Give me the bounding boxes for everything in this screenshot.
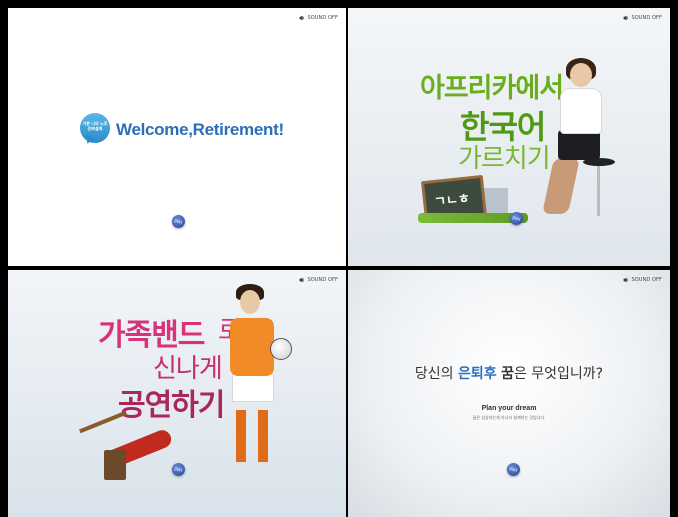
play-button[interactable]: Play	[172, 463, 185, 476]
play-label: Play	[512, 216, 521, 221]
speaker-icon	[300, 277, 305, 283]
panel-welcome: SOUND OFF 기쁜 나의 노후 은퇴설계 Welcome,Retireme…	[8, 8, 346, 266]
headline-line-3: 공연하기	[118, 388, 225, 423]
plan-subtitle: 꿈은 상상하는게 아니라 설계하는 것입니다.	[472, 415, 546, 420]
headline-line-3: 가르치기	[458, 144, 551, 174]
sound-label: SOUND OFF	[307, 15, 338, 21]
player-right-sock	[258, 410, 268, 462]
play-button[interactable]: Play	[507, 463, 520, 476]
question-suffix: 은 무엇입니까?	[513, 366, 604, 382]
play-label: Play	[174, 219, 183, 224]
question-dream-word: 꿈	[501, 366, 514, 382]
soccer-ball-illustration	[270, 338, 292, 360]
play-button[interactable]: Play	[172, 215, 185, 228]
sound-toggle[interactable]: SOUND OFF	[623, 277, 662, 283]
player-jersey	[230, 318, 274, 376]
play-label: Play	[509, 467, 518, 472]
plan-title: Plan your dream	[481, 405, 537, 412]
panel-plan-dream: SOUND OFF 당신의 은퇴후 꿈은 무엇입니까? Plan your dr…	[348, 270, 670, 517]
speaker-icon	[624, 15, 629, 21]
sound-label: SOUND OFF	[631, 277, 662, 283]
speaker-icon	[300, 15, 305, 21]
sound-label: SOUND OFF	[307, 277, 338, 283]
sound-label: SOUND OFF	[631, 15, 662, 21]
teacher-face	[570, 63, 592, 87]
speaker-icon	[624, 277, 629, 283]
player-shorts	[232, 374, 274, 402]
question-prefix: 당신의	[414, 366, 458, 382]
sound-toggle[interactable]: SOUND OFF	[623, 15, 662, 21]
play-label: Play	[174, 467, 183, 472]
player-left-sock	[236, 410, 246, 462]
welcome-title: Welcome,Retirement!	[116, 120, 284, 139]
teacher-skirt	[558, 130, 600, 160]
amplifier-illustration	[104, 450, 126, 480]
panel-teach-korean: SOUND OFF 아프리카에서 한국어 가르치기 ㄱㄴㅎ Play	[348, 8, 670, 266]
panel-family-band: SOUND OFF 가족밴드 로 신나게 공연하기 Play	[8, 270, 346, 517]
play-button[interactable]: Play	[510, 212, 523, 225]
logo-text: 기쁜 나의 노후 은퇴설계	[82, 121, 108, 131]
dream-question: 당신의 은퇴후 꿈은 무엇입니까?	[348, 363, 670, 383]
sound-toggle[interactable]: SOUND OFF	[299, 15, 338, 21]
sound-toggle[interactable]: SOUND OFF	[299, 277, 338, 283]
headline-line-1: 아프리카에서	[420, 73, 564, 104]
chalkboard-text: ㄱㄴㅎ	[433, 191, 471, 211]
question-highlight: 은퇴후	[457, 366, 497, 382]
teacher-shirt	[560, 88, 602, 134]
player-face	[240, 290, 260, 314]
stool-leg	[597, 166, 600, 216]
